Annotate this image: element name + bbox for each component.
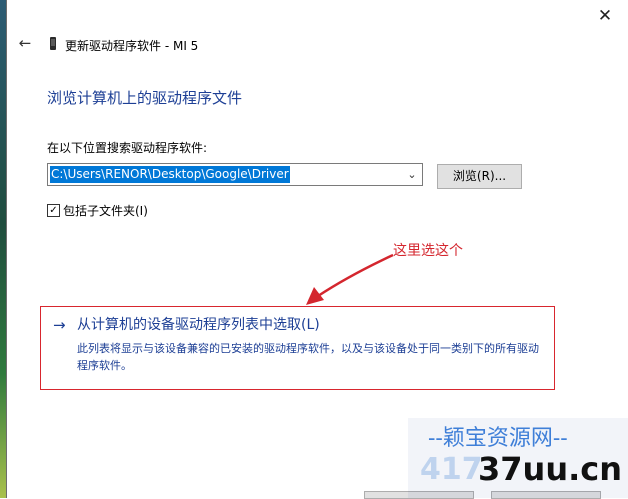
pick-from-list-link[interactable]: 从计算机的设备驱动程序列表中选取(L) [77, 315, 320, 335]
back-arrow-icon: ← [18, 34, 32, 52]
search-location-label: 在以下位置搜索驱动程序软件: [47, 141, 208, 155]
pick-from-list-description: 此列表将显示与该设备兼容的已安装的驱动程序软件，以及与该设备处于同一类别下的所有… [77, 342, 539, 372]
driver-path-combobox[interactable]: C:\Users\RENOR\Desktop\Google\Driver ⌄ [47, 163, 423, 186]
browse-button[interactable]: 浏览(R)... [437, 164, 522, 189]
annotation-text: 这里选这个 [393, 243, 463, 259]
close-icon: ✕ [597, 6, 613, 26]
watermark-digits: 417 [420, 452, 483, 487]
window-title: 更新驱动程序软件 - MI 5 [65, 39, 199, 53]
chevron-down-icon[interactable]: ⌄ [405, 166, 419, 183]
right-arrow-icon: → [53, 316, 66, 334]
watermark-site-name: --颖宝资源网-- [428, 426, 568, 451]
include-subfolders-checkbox[interactable]: ✓ [47, 204, 60, 217]
page-heading: 浏览计算机上的驱动程序文件 [47, 89, 243, 107]
site-watermark: --颖宝资源网-- 417 37uu.cn [408, 418, 628, 498]
watermark-domain: 37uu.cn [478, 450, 622, 488]
include-subfolders-label[interactable]: 包括子文件夹(I) [63, 202, 148, 219]
close-button[interactable]: ✕ [593, 4, 617, 28]
phone-device-icon [50, 37, 56, 50]
driver-path-value[interactable]: C:\Users\RENOR\Desktop\Google\Driver [50, 166, 290, 183]
back-button[interactable]: ← [15, 33, 35, 53]
